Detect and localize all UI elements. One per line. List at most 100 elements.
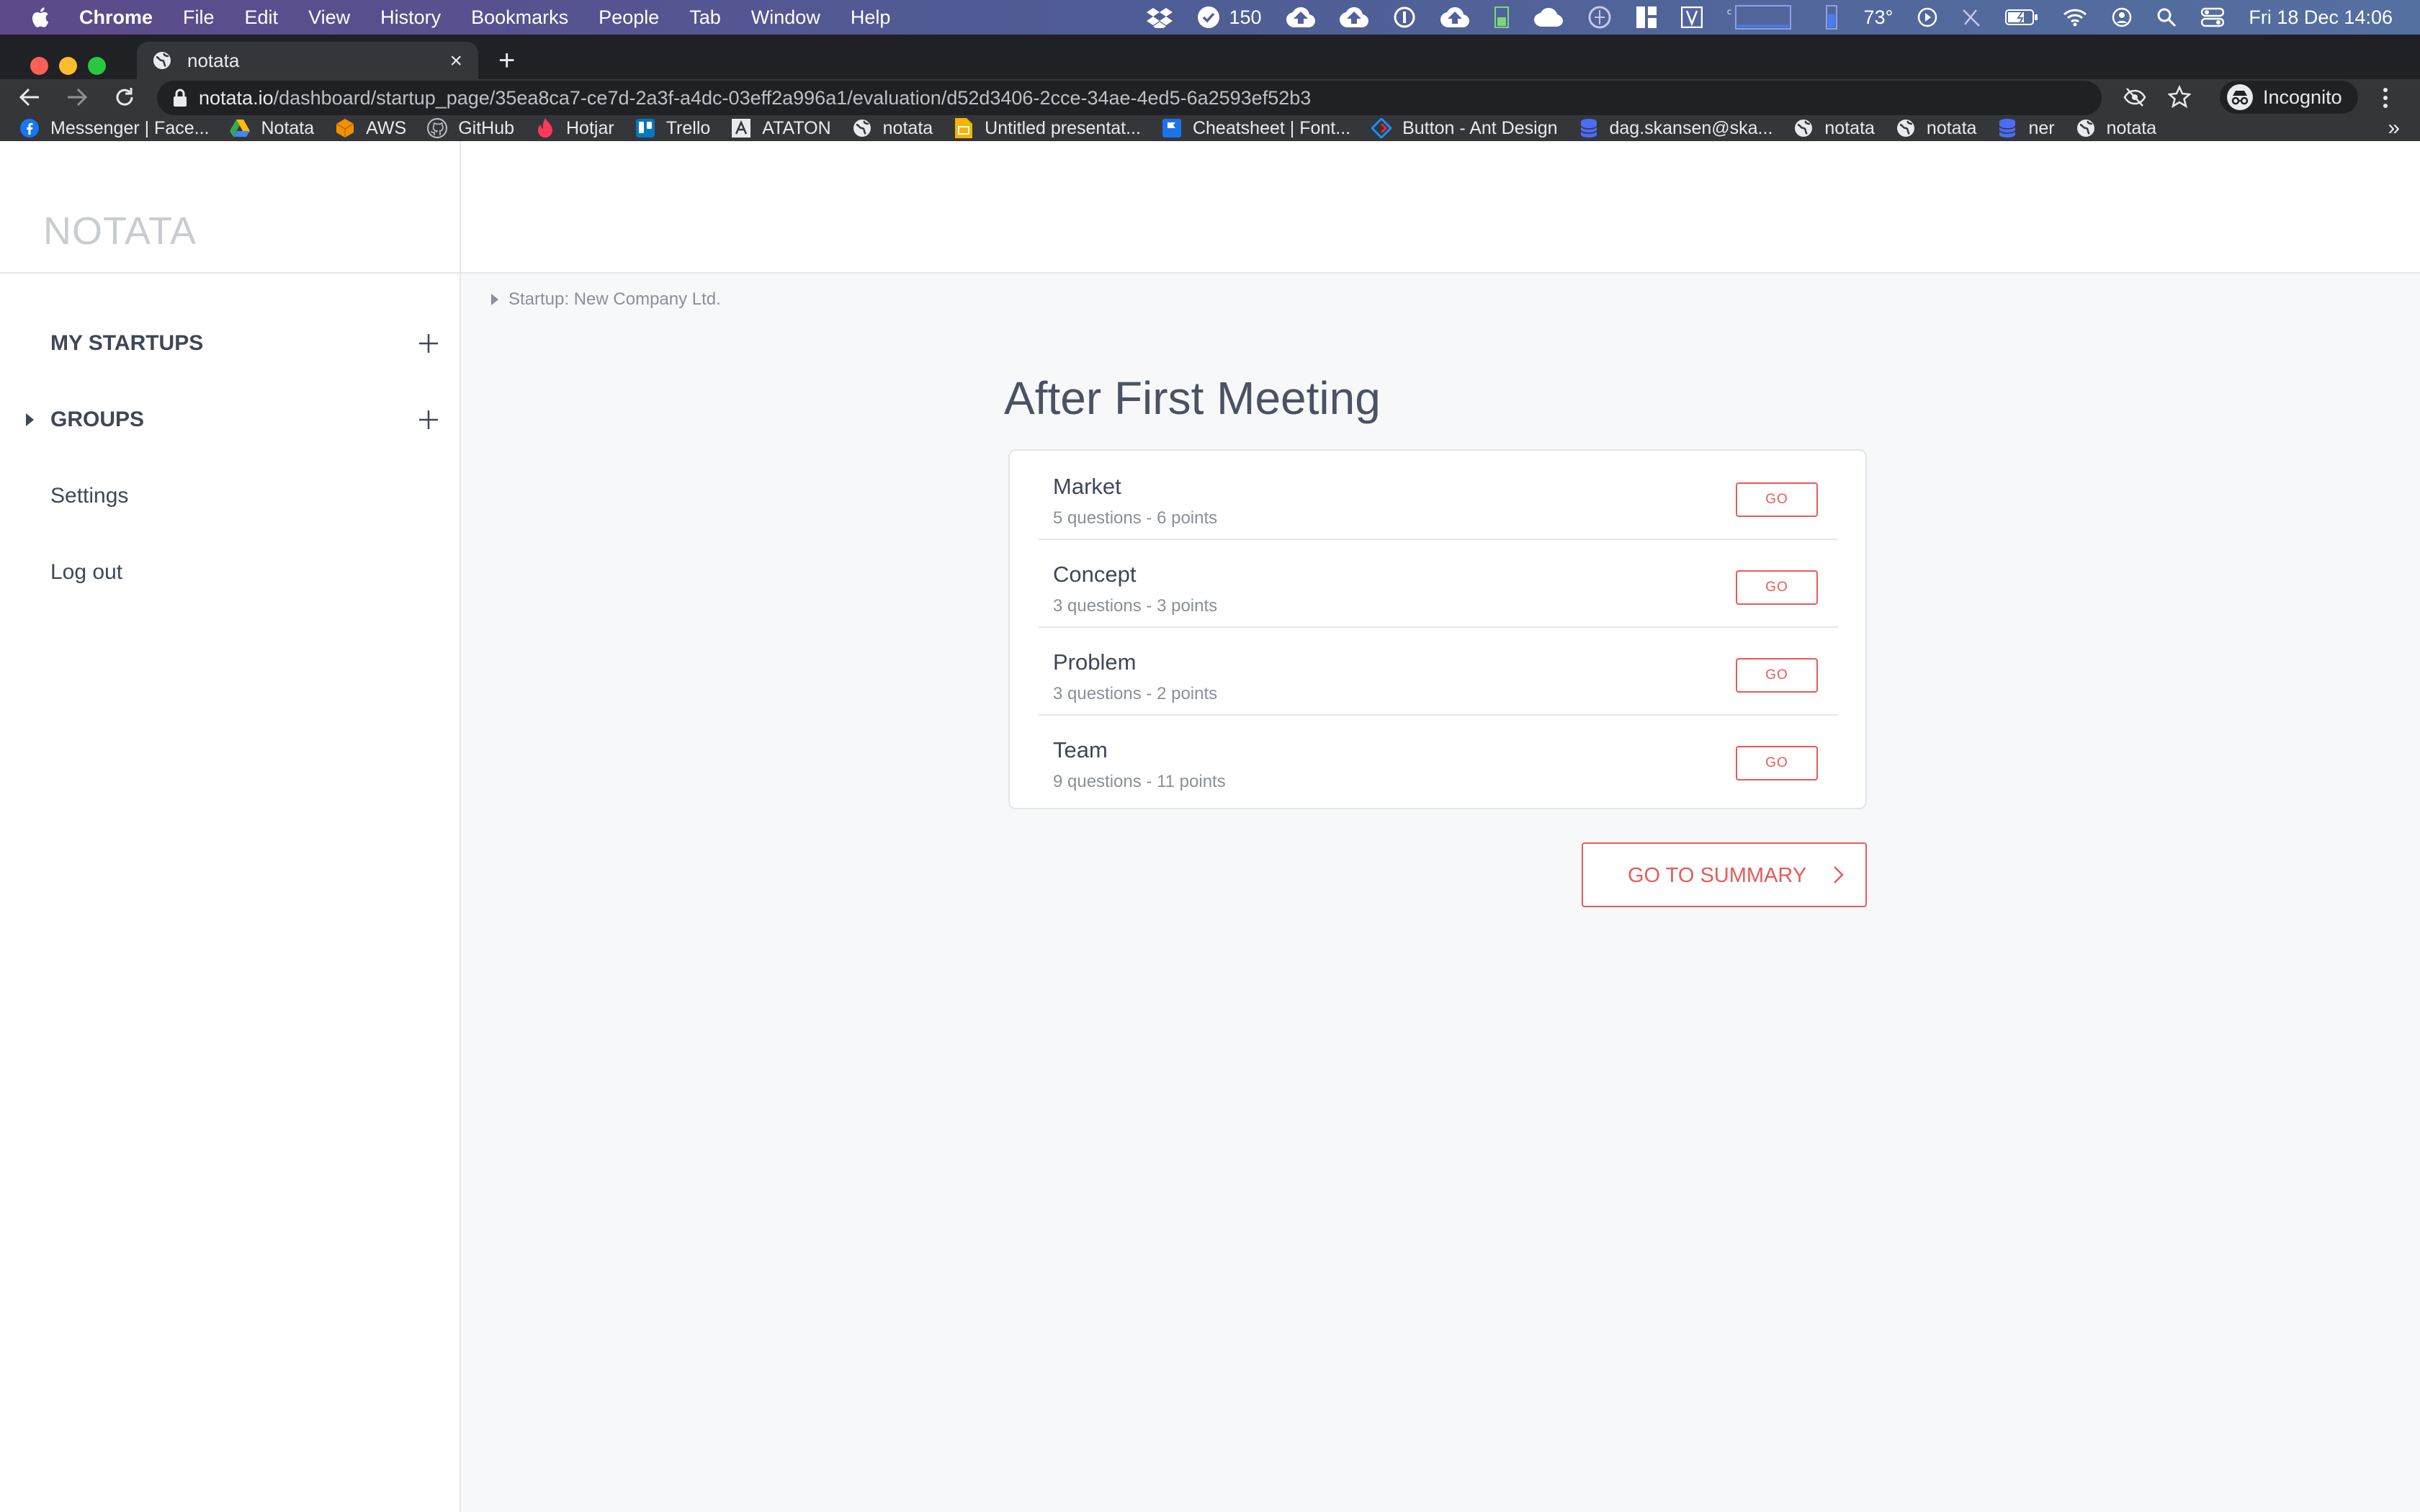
menu-window[interactable]: Window [751,6,820,29]
tab-notata[interactable]: notata × [137,42,478,79]
bookmark-item[interactable]: notata [1793,117,1875,139]
sidebar-item-groups[interactable]: GROUPS [50,408,144,432]
tab-close-icon[interactable]: × [449,49,462,73]
page-title: After First Meeting [1004,372,1381,424]
bookmark-item[interactable]: notata [851,117,933,139]
cloud-upload-icon[interactable] [1339,7,1368,27]
bookmark-item[interactable]: Trello [635,117,710,139]
menu-bookmarks[interactable]: Bookmarks [471,6,568,29]
google-drive-icon [229,117,251,139]
menu-help[interactable]: Help [851,6,891,29]
incognito-profile-button[interactable]: Incognito [2220,81,2358,114]
sidebar-item-my-startups[interactable]: MY STARTUPS [50,331,203,356]
bookmark-app-icon[interactable] [1680,6,1703,28]
bookmark-item[interactable]: dag.skansen@ska... [1578,117,1773,139]
password-manager-icon[interactable] [1393,6,1416,29]
incognito-icon [2227,84,2253,110]
bookmark-item[interactable]: ATATON [730,117,831,139]
go-button-problem[interactable]: GO [1736,658,1818,693]
tab-strip: notata × + [0,35,2420,79]
user-account-icon[interactable] [2112,7,2132,27]
bookmark-item[interactable]: Cheatsheet | Font... [1161,117,1350,139]
window-zoom-button[interactable] [88,57,106,75]
back-button[interactable] [17,85,42,109]
address-bar[interactable]: notata.io/dashboard/startup_page/35ea8ca… [157,81,2102,115]
bookmark-item[interactable]: notata [1895,117,1976,139]
bookmark-item[interactable]: Button - Ant Design [1371,117,1558,139]
bookmarks-overflow-chevron-icon[interactable]: » [2388,115,2400,141]
bookmark-label: GitHub [458,117,514,138]
evaluation-sections-card: Market 5 questions - 6 points GO Concept… [1008,449,1867,809]
check-badge-icon[interactable]: 150 [1197,6,1262,29]
bookmark-label: Messenger | Face... [50,117,210,138]
globe-icon [1895,117,1917,139]
section-row-team: Team 9 questions - 11 points GO [1039,714,1838,802]
bookmark-item[interactable]: notata [2075,117,2156,139]
sidebar-item-log-out[interactable]: Log out [50,560,122,585]
bookmark-item[interactable]: ner [1996,117,2055,139]
bookmark-item[interactable]: Messenger | Face... [19,117,209,139]
notata-logo[interactable]: NOTATA [43,209,197,253]
section-name: Market [1053,474,1121,499]
cloud-icon[interactable] [1533,8,1563,27]
bookmark-label: ner [2028,117,2055,138]
new-tab-button[interactable]: + [498,46,515,75]
spotlight-search-icon[interactable] [2156,7,2177,27]
pen-off-icon[interactable] [1962,7,1981,27]
hotjar-icon [534,117,556,139]
bookmark-item[interactable]: Untitled presentat... [953,117,1141,139]
sidebar-item-settings[interactable]: Settings [50,484,128,508]
dropbox-icon[interactable] [1147,6,1173,28]
menu-tab[interactable]: Tab [689,6,721,29]
cloud-upload-icon[interactable] [1440,7,1469,27]
bookmark-label: ATATON [762,117,831,138]
control-center-icon[interactable] [2201,7,2225,27]
menu-history[interactable]: History [380,6,441,29]
clock[interactable]: Fri 18 Dec 14:06 [2249,6,2393,29]
go-button-market[interactable]: GO [1736,482,1818,517]
battery-icon[interactable] [2005,9,2038,26]
bookmark-item[interactable]: Hotjar [534,117,614,139]
memory-meter-icon[interactable] [1816,4,1839,30]
breadcrumb[interactable]: Startup: New Company Ltd. [491,289,721,310]
go-to-summary-button[interactable]: GO TO SUMMARY [1582,842,1867,907]
temperature-readout[interactable]: 73° [1864,6,1894,29]
go-button-concept[interactable]: GO [1736,570,1818,605]
menu-people[interactable]: People [599,6,659,29]
menu-file[interactable]: File [183,6,215,29]
add-startup-plus-icon[interactable] [416,331,441,356]
forward-button[interactable] [65,85,89,109]
menu-view[interactable]: View [308,6,350,29]
globe-icon [2075,117,2097,139]
reload-button[interactable] [112,85,137,109]
cloud-upload-icon[interactable] [1286,7,1315,27]
play-icon[interactable] [1917,7,1937,27]
menu-app-name[interactable]: Chrome [79,6,153,29]
bookmark-label: notata [1824,117,1875,138]
bookmark-item[interactable]: Notata [229,117,314,139]
groups-expand-caret-icon[interactable] [26,413,34,426]
window-minimize-button[interactable] [59,57,77,75]
go-button-team[interactable]: GO [1736,746,1818,780]
bookmarks-bar: Messenger | Face... Notata AWS GitHub Hotjar… [0,115,2420,141]
battery-meter-icon[interactable] [1494,6,1510,29]
url-host: notata.io [199,86,274,109]
window-close-button[interactable] [30,57,48,75]
bookmark-label: AWS [366,117,407,138]
aws-cube-icon [334,117,356,139]
add-group-plus-icon[interactable] [416,408,441,432]
layout-icon[interactable] [1636,6,1657,28]
apple-icon[interactable] [29,6,50,29]
brain-icon[interactable] [1587,6,1612,29]
menu-edit[interactable]: Edit [245,6,279,29]
github-icon [426,117,448,139]
bookmark-item[interactable]: AWS [334,117,406,139]
cpu-graph-icon[interactable]: C [1727,4,1792,30]
top-header [461,141,2420,274]
wifi-icon[interactable] [2063,8,2087,27]
bookmark-item[interactable]: GitHub [426,117,514,139]
more-menu-icon[interactable] [2381,86,2390,113]
bookmark-star-icon[interactable] [2166,84,2192,112]
eye-off-icon[interactable] [2123,86,2146,112]
lock-icon[interactable] [173,89,187,107]
